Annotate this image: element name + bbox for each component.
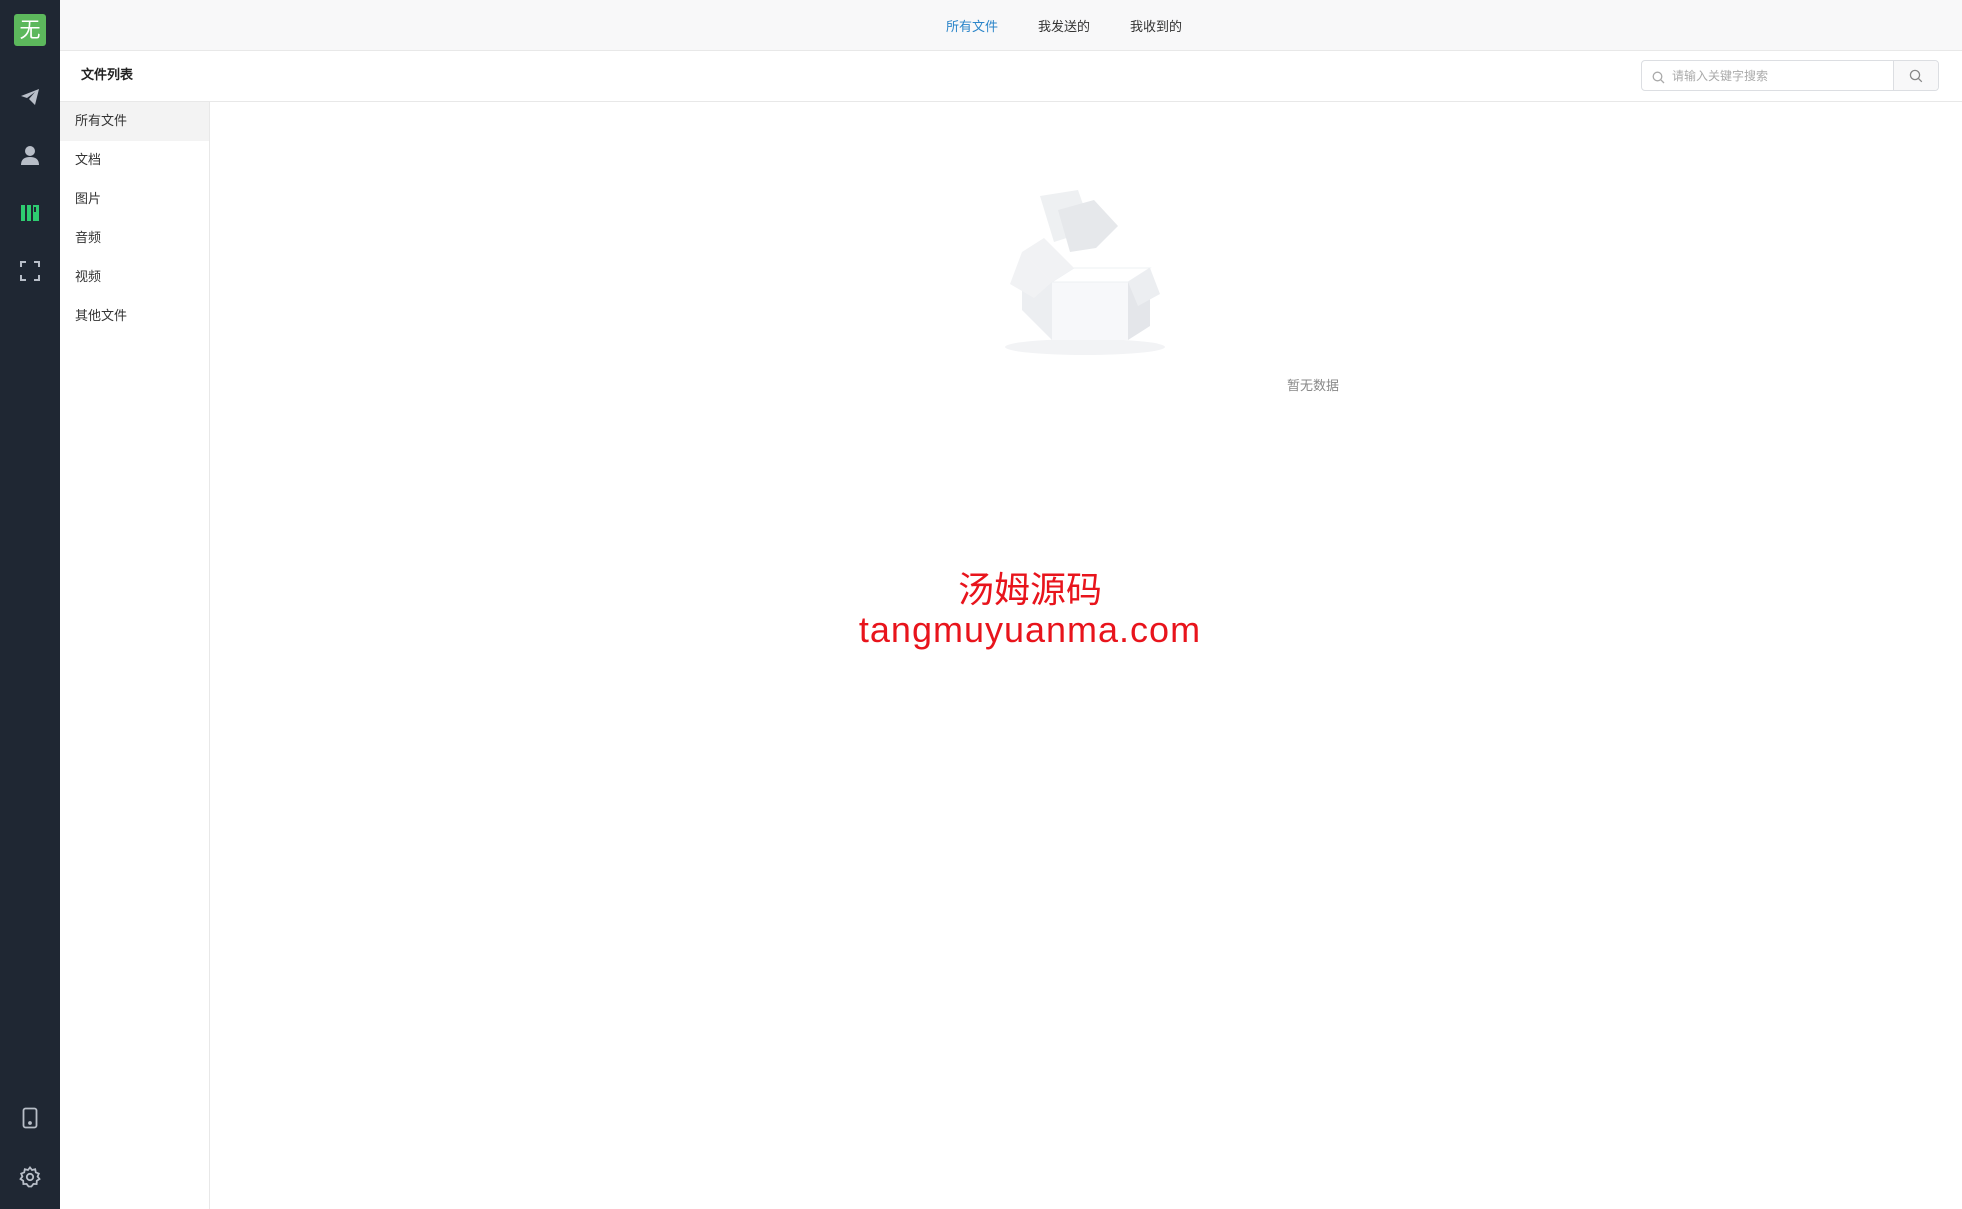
- watermark-url: tangmuyuanma.com: [858, 609, 1202, 650]
- empty-state-text: 暂无数据: [210, 375, 1962, 394]
- category-audio[interactable]: 音频: [60, 219, 209, 258]
- watermark: 汤姆源码 tangmuyuanma.com: [770, 570, 1290, 650]
- search-icon: [1652, 69, 1665, 88]
- category-all-files[interactable]: 所有文件: [60, 102, 209, 141]
- scan-icon[interactable]: [15, 256, 45, 286]
- tab-received[interactable]: 我收到的: [1130, 16, 1182, 35]
- send-icon[interactable]: [15, 82, 45, 112]
- app-window: 无 所有文件 我发送的 我收到的 文件列表 请输入关键字搜索 所有文件 文档 图…: [0, 0, 1962, 1209]
- category-video[interactable]: 视频: [60, 258, 209, 297]
- page-title: 文件列表: [81, 68, 134, 83]
- category-sidebar: 所有文件 文档 图片 音频 视频 其他文件: [60, 102, 210, 1209]
- search-button-icon: [1909, 69, 1923, 82]
- category-images[interactable]: 图片: [60, 180, 209, 219]
- tab-sent[interactable]: 我发送的: [1038, 16, 1090, 35]
- user-icon[interactable]: [15, 140, 45, 170]
- search-box: [1641, 60, 1939, 91]
- settings-icon[interactable]: [15, 1162, 45, 1192]
- left-rail: 无: [0, 0, 60, 1209]
- app-logo[interactable]: 无: [14, 14, 46, 46]
- watermark-title: 汤姆源码: [957, 569, 1102, 610]
- search-input[interactable]: [1672, 61, 1888, 90]
- top-tab-bar: 所有文件 我发送的 我收到的: [60, 0, 1962, 51]
- empty-box-illustration: [1000, 190, 1170, 364]
- category-other-files[interactable]: 其他文件: [60, 297, 209, 336]
- search-field-wrap: [1642, 61, 1895, 90]
- category-documents[interactable]: 文档: [60, 141, 209, 180]
- search-button[interactable]: [1894, 61, 1938, 90]
- mobile-icon[interactable]: [15, 1103, 45, 1133]
- file-list-area: 暂无数据 汤姆源码 tangmuyuanma.com: [210, 102, 1962, 1209]
- file-scope-tabs: 所有文件 我发送的 我收到的: [946, 0, 1222, 50]
- empty-state-label: 暂无数据: [1286, 379, 1339, 394]
- tab-all-files[interactable]: 所有文件: [946, 16, 998, 35]
- list-header: 文件列表: [60, 51, 1962, 102]
- files-icon[interactable]: [15, 198, 45, 228]
